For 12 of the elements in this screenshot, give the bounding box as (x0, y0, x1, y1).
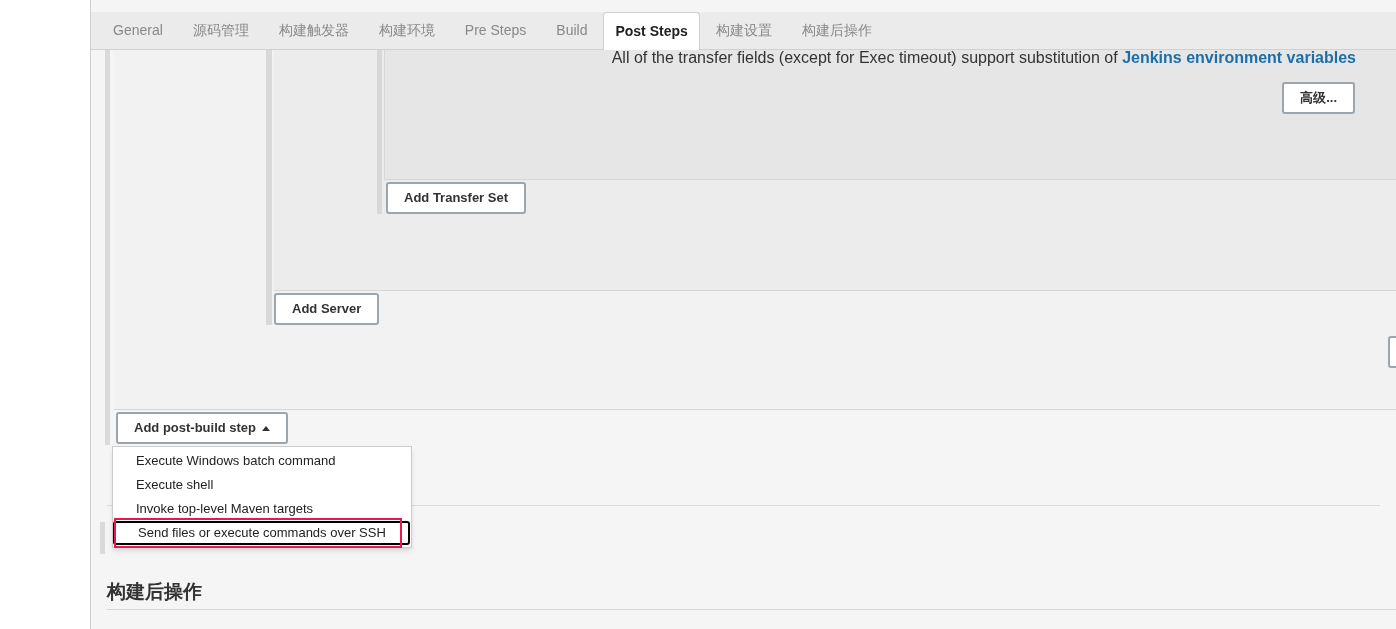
environment-variables-link[interactable]: Jenkins environment variables (1122, 49, 1356, 66)
tab[interactable]: Post Steps (603, 12, 700, 50)
add-post-build-step-button[interactable]: Add post-build step (116, 412, 289, 444)
add-server-button[interactable]: Add Server (274, 293, 380, 325)
menu-item[interactable]: Execute shell (113, 473, 411, 497)
advanced-button[interactable]: 高级... (1282, 82, 1355, 114)
menu-item[interactable]: Send files or execute commands over SSH (113, 521, 410, 545)
add-transfer-set-button[interactable]: Add Transfer Set (386, 182, 527, 214)
transfer-note: All of the transfer fields (except for Exec timeout) support substitution of Jenkins environment variables (611, 48, 1356, 68)
menu-item[interactable]: Invoke top-level Maven targets (113, 497, 411, 521)
menu-item[interactable]: Execute Windows batch command (113, 449, 411, 473)
section-heading: 构建后操作 (107, 578, 1396, 610)
